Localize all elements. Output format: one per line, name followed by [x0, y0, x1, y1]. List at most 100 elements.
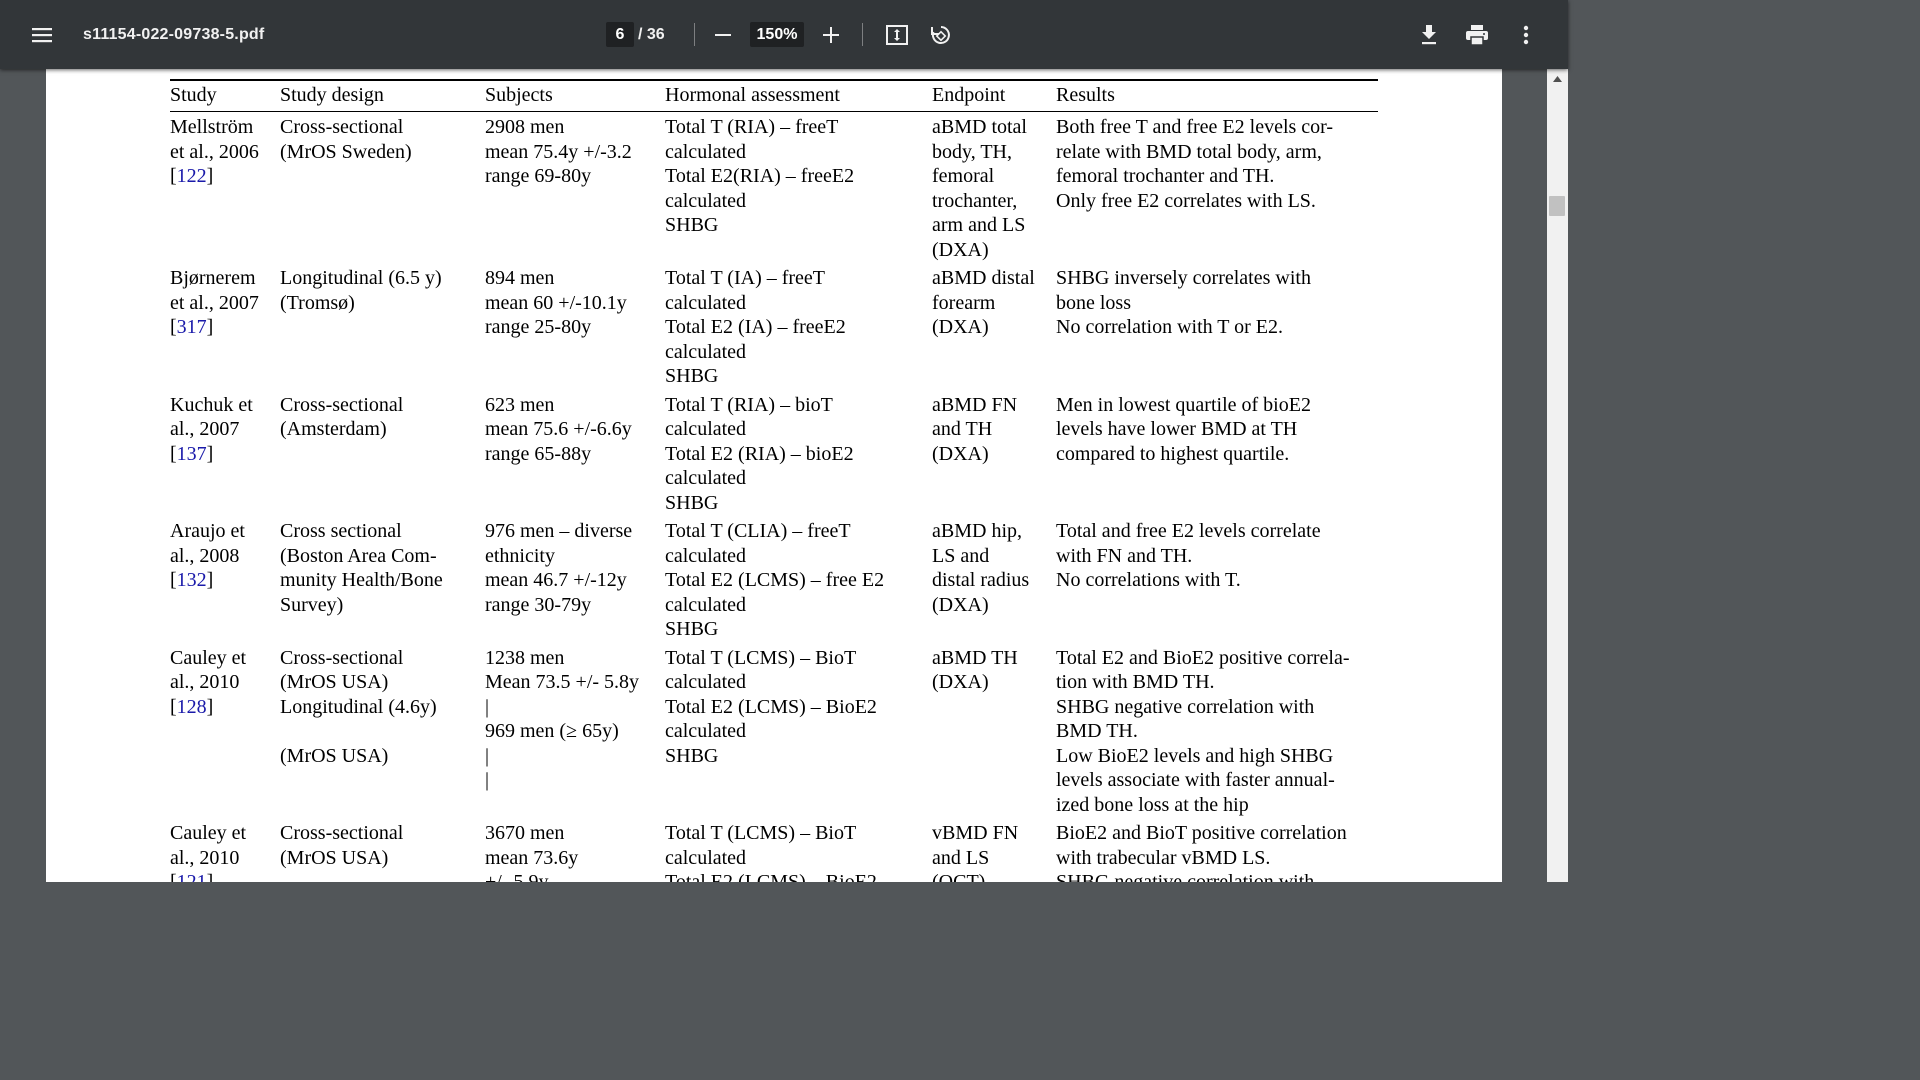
cell-line: Low BioE2 levels and high SHBG — [1056, 744, 1334, 767]
cell-line: Total E2 and BioE2 positive correla- — [1056, 646, 1350, 669]
citation-link[interactable]: 132 — [177, 569, 207, 591]
citation-line: [317] — [170, 316, 214, 338]
cell-line: relate with BMD total body, arm, — [1056, 140, 1322, 163]
plus-icon — [823, 26, 839, 43]
cell-hormonal: Total T (IA) – freeT calculated Total E2 (… — [665, 263, 932, 390]
cell-line: 894 men — [485, 267, 555, 289]
page-number-input[interactable]: 6 — [606, 22, 634, 47]
cell-line: Total E2 (LCMS) – free E2 — [665, 569, 885, 591]
scroll-up-button[interactable] — [1547, 69, 1568, 87]
fit-to-page-button[interactable] — [880, 0, 914, 69]
pdf-page: Study Study design Subjects Hormonal ass… — [46, 69, 1502, 882]
cell-line: Araujo et — [170, 520, 245, 542]
cell-line: calculated — [665, 544, 747, 567]
cell-line: aBMD hip, — [932, 520, 1022, 542]
cell-hormonal: Total T (CLIA) – freeT calculated Total E2… — [665, 516, 932, 643]
cell-line: Total and free E2 levels correlate — [1056, 520, 1321, 542]
menu-button[interactable] — [22, 0, 62, 69]
cell-results: Total E2 and BioE2 positive correla-tion… — [1056, 643, 1378, 819]
cell-line: aBMD FN — [932, 393, 1018, 416]
cell-endpoint: aBMD hip, LS and distal radius (DXA) — [932, 516, 1056, 643]
cell-line: calculated — [665, 340, 747, 363]
cell-line: Both free T and free E2 levels cor- — [1056, 116, 1334, 138]
cell-line: Cross-sectional — [280, 822, 404, 844]
cell-endpoint: aBMD FN and TH (DXA) — [932, 390, 1056, 517]
citation-link[interactable]: 317 — [177, 316, 207, 338]
cell-line: al., 2010 — [170, 846, 240, 869]
cell-line: | — [485, 695, 490, 718]
table-row: Bjørnerem et al., 2007 [317] Longitudinal (… — [170, 263, 1378, 390]
cell-line: SHBG negative correlation with — [1056, 871, 1315, 882]
cell-results: Men in lowest quartile of bioE2 levels ha… — [1056, 390, 1378, 517]
cell-line: al., 2008 — [170, 544, 240, 567]
print-button[interactable] — [1460, 0, 1494, 69]
cell-line: (DXA) — [932, 671, 989, 693]
cell-line: (Boston Area Com- — [280, 544, 437, 567]
cell-line: (DXA) — [932, 238, 989, 261]
cell-line: munity Health/Bone — [280, 569, 443, 591]
cell-results: BioE2 and BioT positive correlation with … — [1056, 818, 1378, 882]
cell-line: Cross-sectional — [280, 116, 404, 138]
cell-line: calculated — [665, 140, 747, 163]
citation-line: [137] — [170, 442, 214, 465]
citation-link[interactable]: 121 — [177, 871, 207, 882]
citation-link[interactable]: 137 — [177, 443, 207, 465]
cell-line: mean 46.7 +/-12y — [485, 569, 627, 591]
chevron-up-icon — [1553, 69, 1562, 87]
more-vert-icon — [1523, 25, 1529, 45]
cell-line: Longitudinal (6.5 y) — [280, 267, 442, 289]
citation-line: [121] — [170, 870, 280, 882]
cell-line: Total E2 (LCMS) – BioE2 — [665, 871, 877, 882]
print-icon — [1466, 24, 1488, 45]
cell-line — [280, 719, 485, 744]
cell-line: 969 men (≥ 65y) — [485, 720, 619, 742]
cell-line: BioE2 and BioT positive correlation — [1056, 822, 1347, 844]
toolbar-divider — [862, 23, 863, 46]
cell-line: Total E2 (IA) – freeE2 — [665, 316, 846, 338]
cell-line: calculated — [665, 720, 747, 742]
vertical-scrollbar[interactable] — [1547, 69, 1568, 882]
table-row: Cauley et al., 2010 [121] Cross-sectional (M… — [170, 818, 1378, 882]
cell-line: Kuchuk et — [170, 393, 253, 416]
cell-hormonal: Total T (RIA) – freeT calculated Total E2(… — [665, 112, 932, 264]
cell-study: Bjørnerem et al., 2007 [317] — [170, 263, 280, 390]
zoom-in-button[interactable] — [816, 0, 846, 69]
table-row: Araujo et al., 2008 [132] Cross sectional (B… — [170, 516, 1378, 643]
cell-line: aBMD TH — [932, 646, 1018, 669]
scroll-thumb[interactable] — [1549, 196, 1565, 216]
cell-line: (DXA) — [932, 316, 989, 338]
cell-line: | — [485, 744, 490, 767]
cell-line: SHBG — [665, 618, 719, 640]
citation-link[interactable]: 128 — [177, 696, 207, 718]
citation-line: [132] — [170, 569, 214, 591]
citation-link[interactable]: 122 — [177, 165, 207, 187]
cell-line: tion with BMD TH. — [1056, 671, 1215, 693]
cell-line: Longitudinal (4.6y) — [280, 695, 437, 718]
zoom-out-button[interactable] — [708, 0, 738, 69]
cell-line: ized bone loss at the hip — [1056, 793, 1249, 816]
column-header: Endpoint — [932, 79, 1056, 112]
zoom-level-input[interactable]: 150% — [750, 22, 804, 47]
cell-line: ethnicity — [485, 544, 555, 567]
cell-line: 3670 men — [485, 822, 565, 844]
cell-line: (MrOS USA) — [280, 846, 389, 869]
rotate-button[interactable] — [924, 0, 958, 69]
cell-line: calculated — [665, 593, 747, 616]
cell-study: Mellström et al., 2006 [122] — [170, 112, 280, 264]
cell-design: Cross-sectional (Amsterdam) — [280, 390, 485, 517]
cell-line: SHBG — [665, 491, 719, 514]
cell-line: et al., 2006 — [170, 140, 259, 163]
cell-line: mean 60 +/-10.1y — [485, 291, 627, 314]
cell-line: Survey) — [280, 593, 344, 616]
cell-endpoint: aBMD total body, TH, femoral trochanter, arm… — [932, 112, 1056, 264]
table-header-row: Study Study design Subjects Hormonal ass… — [170, 79, 1378, 112]
cell-line: arm and LS — [932, 214, 1026, 236]
cell-line: Mellström — [170, 116, 254, 138]
cell-line: Total T (IA) – freeT — [665, 267, 826, 289]
cell-line: trochanter, — [932, 189, 1018, 212]
cell-results: Total and free E2 levels correlate with F… — [1056, 516, 1378, 643]
more-options-button[interactable] — [1512, 0, 1540, 69]
cell-study: Kuchuk et al., 2007 [137] — [170, 390, 280, 517]
download-button[interactable] — [1412, 0, 1446, 69]
cell-line: Cross-sectional — [280, 646, 404, 669]
